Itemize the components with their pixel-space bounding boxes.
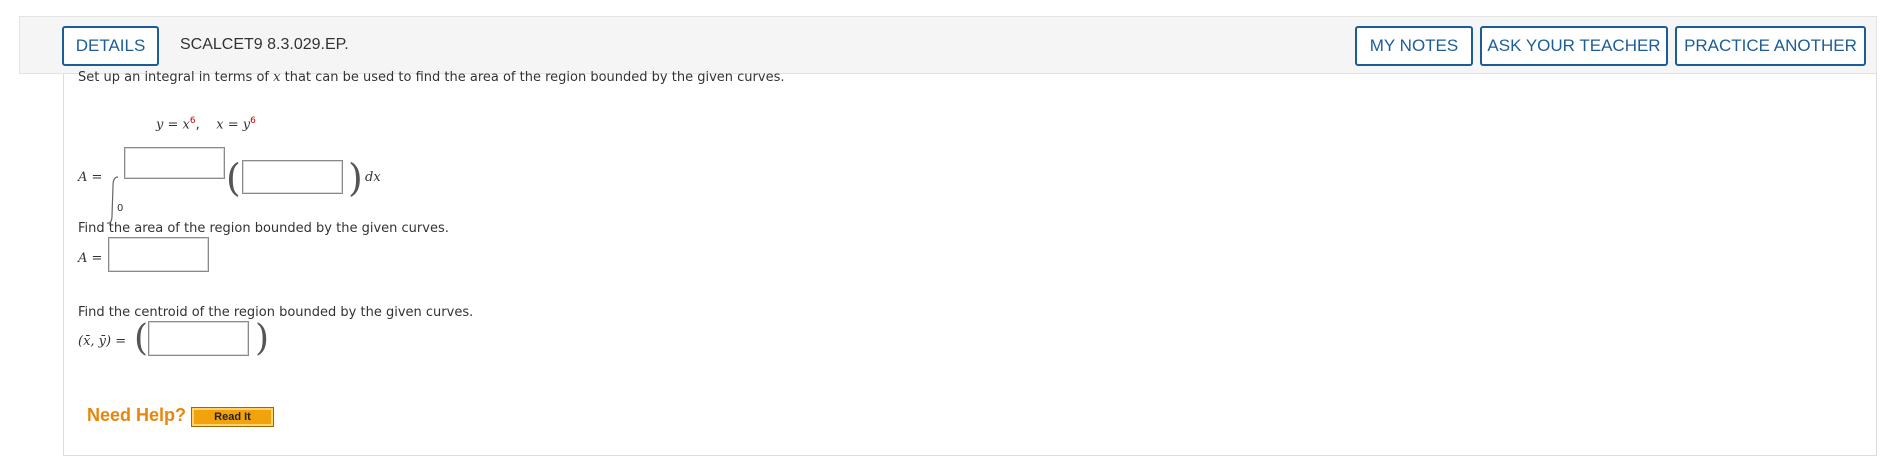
area-input[interactable]: [108, 237, 209, 272]
equation-2: x = y: [216, 117, 251, 133]
need-help-label: Need Help?: [87, 405, 187, 425]
left-paren: (: [226, 156, 241, 200]
area-label: A =: [78, 251, 103, 266]
equation-1-exponent: 6: [189, 116, 196, 126]
equation-1: y = x: [156, 117, 190, 133]
ask-teacher-button[interactable]: ASK YOUR TEACHER: [1480, 26, 1668, 66]
upper-limit-input[interactable]: [124, 147, 225, 179]
question-header: DETAILS SCALCET9 8.3.029.EP. MY NOTES AS…: [19, 16, 1877, 74]
integral-sign-icon: [106, 176, 119, 224]
centroid-label: (x̄, ȳ) =: [78, 334, 127, 349]
integrand-input[interactable]: [242, 160, 343, 194]
my-notes-button[interactable]: MY NOTES: [1355, 26, 1473, 66]
question-body: Set up an integral in terms of x that ca…: [63, 70, 1877, 456]
centroid-left-paren: (: [134, 318, 149, 359]
intro-text-part: Set up an integral in terms of: [78, 70, 274, 85]
right-paren: ): [348, 156, 363, 200]
integral-label: A =: [78, 170, 103, 185]
intro-text: Set up an integral in terms of x that ca…: [78, 70, 784, 85]
question-code: SCALCET9 8.3.029.EP.: [180, 36, 349, 53]
dx-label: dx: [365, 170, 381, 185]
intro-text-part: that can be used to find the area of the…: [280, 70, 785, 85]
equation-2-exponent: 6: [250, 116, 256, 126]
centroid-input[interactable]: [148, 321, 249, 356]
read-it-button[interactable]: Read It: [191, 407, 274, 427]
curve-equations: y = x6, x = y6: [156, 116, 256, 133]
area-prompt: Find the area of the region bounded by t…: [78, 221, 449, 236]
centroid-right-paren: ): [255, 318, 270, 359]
practice-another-button[interactable]: PRACTICE ANOTHER: [1675, 26, 1866, 66]
details-button[interactable]: DETAILS: [62, 26, 159, 66]
lower-limit: 0: [117, 203, 124, 214]
